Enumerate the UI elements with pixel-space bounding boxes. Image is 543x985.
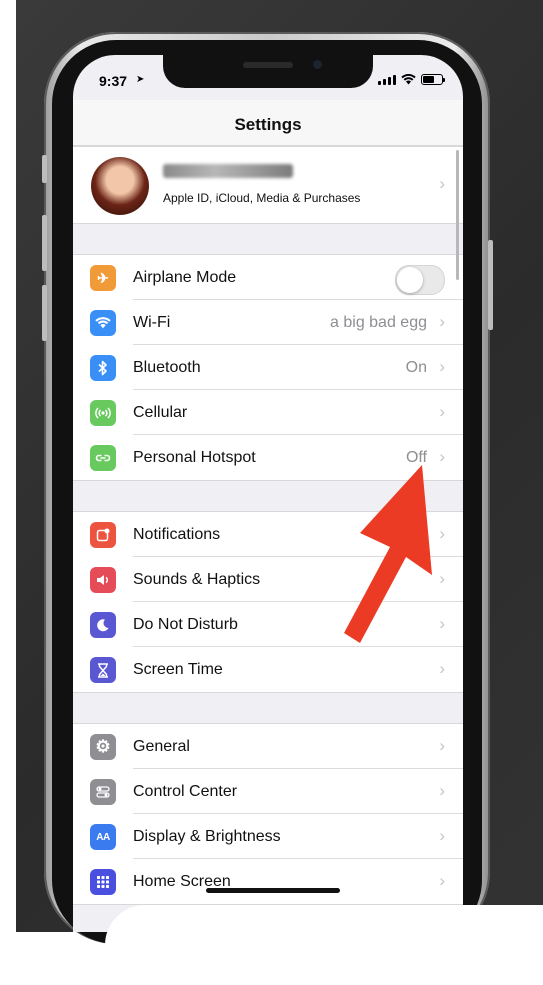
row-label: Display & Brightness [133, 828, 281, 845]
phone-volume-down-button [42, 285, 47, 341]
row-label: Screen Time [133, 661, 223, 678]
row-label: Do Not Disturb [133, 616, 238, 633]
chevron-right-icon: › [439, 447, 445, 466]
settings-row-home-screen[interactable]: Home Screen › [73, 859, 463, 904]
settings-group-connectivity: ✈ Airplane Mode Wi-Fi a big bad egg › Bl… [73, 254, 463, 481]
settings-row-bluetooth[interactable]: Bluetooth On › [73, 345, 463, 390]
chevron-right-icon: › [439, 174, 445, 193]
earpiece-speaker [243, 62, 293, 68]
scrollbar[interactable] [456, 150, 459, 280]
settings-row-wifi[interactable]: Wi-Fi a big bad egg › [73, 300, 463, 345]
toggle-knob [397, 267, 423, 293]
redacted-profile-name [163, 164, 293, 178]
bluetooth-icon [90, 355, 116, 381]
moon-icon [90, 612, 116, 638]
row-value: On [405, 359, 427, 376]
apple-id-profile-row[interactable]: Apple ID, iCloud, Media & Purchases › [73, 146, 463, 224]
settings-row-screen-time[interactable]: Screen Time › [73, 647, 463, 692]
chevron-right-icon: › [439, 569, 445, 588]
wifi-status-icon [401, 74, 416, 85]
airplane-mode-toggle[interactable] [395, 265, 445, 295]
overlay-white-shape [105, 905, 543, 985]
wifi-icon [90, 310, 116, 336]
chevron-right-icon: › [439, 614, 445, 633]
switches-icon [90, 779, 116, 805]
row-label: Sounds & Haptics [133, 571, 261, 588]
settings-row-display-brightness[interactable]: AA Display & Brightness › [73, 814, 463, 859]
row-label: Airplane Mode [133, 269, 237, 286]
phone-side-button [42, 155, 47, 183]
hourglass-icon [90, 657, 116, 683]
chevron-right-icon: › [439, 736, 445, 755]
status-time: 9:37 [99, 73, 128, 89]
cellular-icon [90, 400, 116, 426]
row-label: Control Center [133, 783, 238, 800]
front-camera [313, 60, 322, 69]
home-grid-icon [90, 869, 116, 895]
phone-volume-up-button [42, 215, 47, 271]
profile-subtitle: Apple ID, iCloud, Media & Purchases [163, 191, 361, 205]
avatar [91, 157, 149, 215]
chevron-right-icon: › [439, 402, 445, 421]
row-label: Wi-Fi [133, 314, 171, 331]
row-label: Notifications [133, 526, 221, 543]
chevron-right-icon: › [439, 826, 445, 845]
navigation-bar: Settings [73, 100, 463, 146]
row-label: Bluetooth [133, 359, 201, 376]
annotation-arrow [344, 465, 432, 643]
speaker-icon [90, 567, 116, 593]
chevron-right-icon: › [439, 524, 445, 543]
chevron-right-icon: › [439, 871, 445, 890]
hotspot-icon [90, 445, 116, 471]
settings-row-general[interactable]: ⚙ General › [73, 724, 463, 769]
battery-icon [421, 74, 445, 85]
airplane-icon: ✈ [90, 265, 116, 291]
section-spacer [73, 693, 463, 723]
settings-row-airplane-mode[interactable]: ✈ Airplane Mode [73, 255, 463, 300]
page-title: Settings [234, 115, 302, 134]
section-spacer [73, 224, 463, 254]
chevron-right-icon: › [439, 357, 445, 376]
display-icon: AA [90, 824, 116, 850]
chevron-right-icon: › [439, 659, 445, 678]
location-arrow-icon: ➤ [136, 74, 145, 85]
chevron-right-icon: › [439, 312, 445, 331]
gear-icon: ⚙ [90, 734, 116, 760]
notifications-icon [90, 522, 116, 548]
row-label: Personal Hotspot [133, 449, 256, 466]
phone-power-button [488, 240, 493, 330]
signal-icon [378, 74, 396, 85]
home-indicator[interactable] [206, 888, 340, 893]
row-label: Cellular [133, 404, 188, 421]
settings-row-cellular[interactable]: Cellular › [73, 390, 463, 435]
row-label: General [133, 738, 190, 755]
settings-group-general: ⚙ General › Control Center › AA Display … [73, 723, 463, 905]
chevron-right-icon: › [439, 781, 445, 800]
row-value: a big bad egg [330, 314, 427, 331]
notch [163, 55, 373, 88]
status-icons [378, 74, 445, 85]
settings-row-control-center[interactable]: Control Center › [73, 769, 463, 814]
